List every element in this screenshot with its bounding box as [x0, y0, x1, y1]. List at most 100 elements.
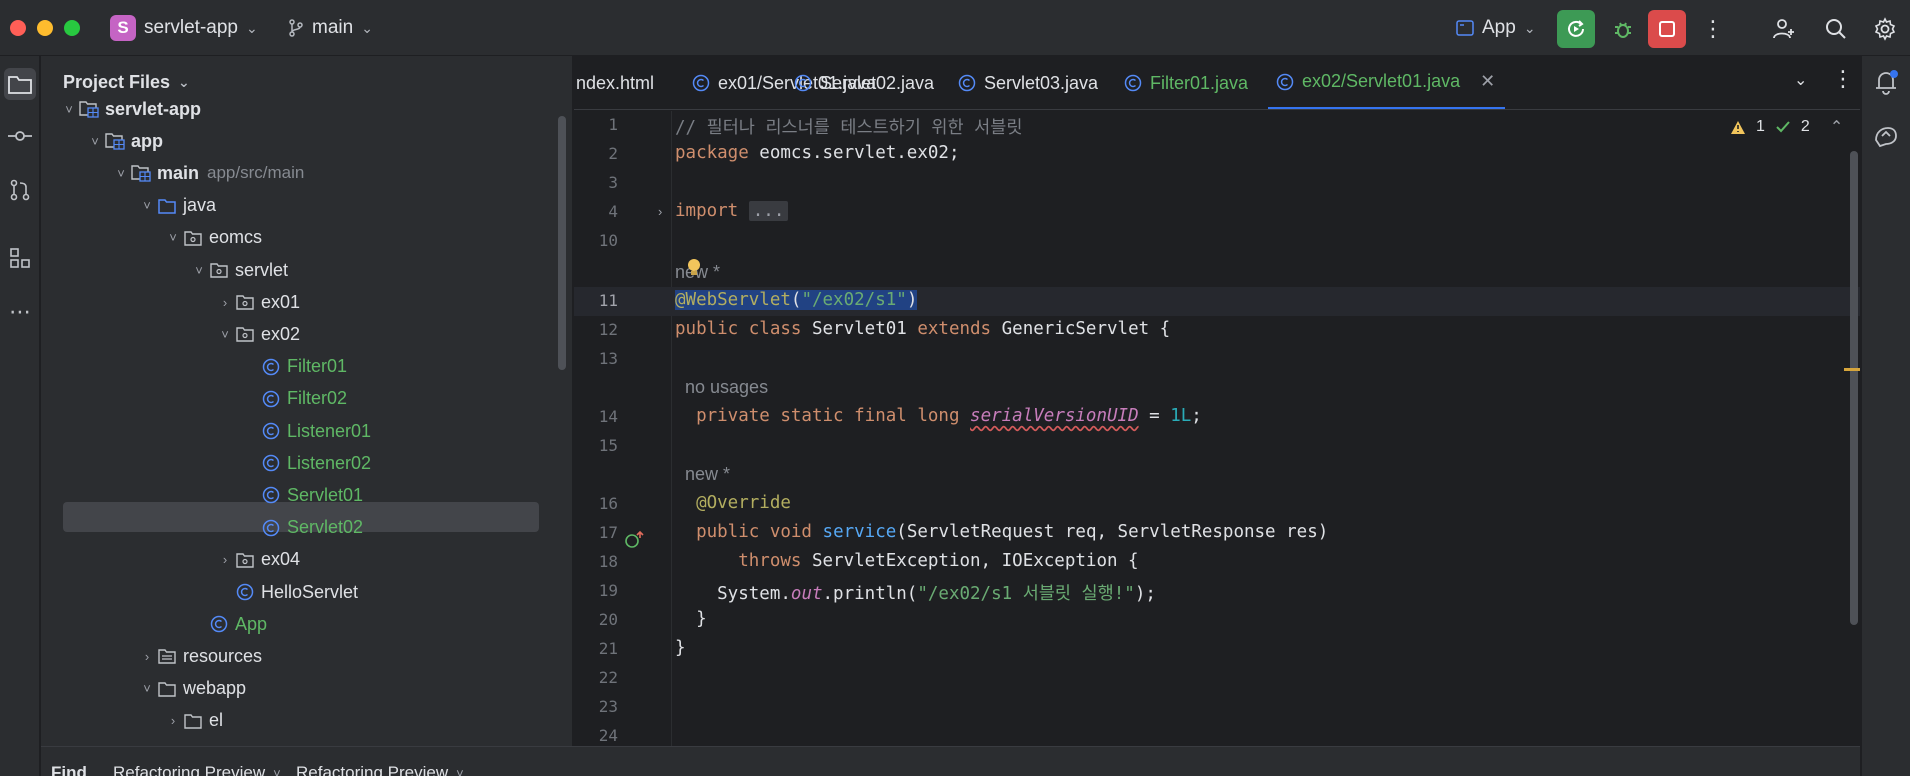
tree-item[interactable]: ˅ eomcs — [163, 223, 262, 253]
chevron-down-icon[interactable]: ˅ — [85, 134, 105, 149]
warning-scroll-marker[interactable] — [1844, 368, 1860, 371]
chevron-down-icon[interactable]: ˅ — [456, 766, 464, 776]
search-everywhere-button[interactable] — [1817, 10, 1855, 48]
chevron-down-icon[interactable]: ˅ — [59, 102, 79, 117]
editor-tab[interactable]: ndex.html — [574, 56, 662, 109]
project-panel-title[interactable]: Project Files ⌄ — [63, 72, 190, 93]
code-line[interactable]: 20 } — [574, 606, 1860, 635]
more-tools-button[interactable]: ⋯ — [4, 296, 36, 328]
code-line[interactable]: 10 — [574, 227, 1860, 256]
zoom-window-button[interactable] — [64, 20, 80, 36]
editor-tab[interactable]: ex02/Servlet01.java ✕ — [1268, 56, 1506, 109]
code-line[interactable]: 23 — [574, 693, 1860, 722]
structure-tool-button[interactable] — [4, 242, 36, 274]
code-line[interactable]: 3 — [574, 169, 1860, 198]
minimize-window-button[interactable] — [37, 20, 53, 36]
chevron-down-icon[interactable]: ˅ — [137, 681, 157, 696]
chevron-down-icon[interactable]: ⌄ — [1794, 70, 1807, 90]
ai-assistant-button[interactable] — [1872, 122, 1900, 155]
run-configuration-selector[interactable]: App ⌄ — [1456, 14, 1536, 42]
commit-tool-button[interactable] — [4, 120, 36, 152]
code-line[interactable]: 1 // 필터나 리스너를 테스트하기 위한 서블릿 — [574, 111, 1860, 140]
tree-item[interactable]: Servlet02 — [241, 513, 363, 543]
chevron-down-icon[interactable]: ˅ — [137, 198, 157, 213]
override-method-icon[interactable] — [624, 530, 646, 550]
chevron-up-icon[interactable]: ⌃ — [1830, 117, 1843, 137]
more-actions-button[interactable]: ⋮ — [1694, 10, 1732, 48]
more-vertical-icon[interactable]: ⋮ — [1832, 66, 1854, 92]
chevron-down-icon[interactable]: ˅ — [111, 166, 131, 181]
project-tree-scrollbar[interactable] — [558, 116, 566, 370]
tree-item[interactable]: ˅ ex02 — [215, 319, 300, 349]
debug-button[interactable] — [1604, 10, 1642, 48]
editor-tab[interactable]: Servlet02.java — [786, 56, 942, 109]
bottom-tab[interactable]: Find — [51, 763, 87, 776]
code-line[interactable]: 2 package eomcs.servlet.ex02; — [574, 140, 1860, 169]
tree-item[interactable]: › resources — [137, 641, 262, 671]
chevron-down-icon[interactable]: ˅ — [189, 263, 209, 278]
branch-selector[interactable]: main ⌄ — [288, 14, 373, 42]
lightbulb-icon[interactable] — [686, 258, 702, 278]
stop-button[interactable] — [1648, 10, 1686, 48]
chevron-right-icon[interactable]: › — [215, 552, 235, 567]
chevron-down-icon[interactable]: ˅ — [163, 230, 183, 245]
editor-scrollbar[interactable] — [1850, 151, 1858, 625]
code-line[interactable]: 11 @WebServlet("/ex02/s1") — [574, 287, 1860, 316]
tree-item[interactable]: Listener01 — [241, 416, 371, 446]
tree-item[interactable]: ˅ java — [137, 191, 216, 221]
code-line[interactable]: 19 System.out.println("/ex02/s1 서블릿 실행!"… — [574, 577, 1860, 606]
bottom-tab[interactable]: Refactoring Preview ˅ — [113, 763, 281, 776]
tree-item[interactable]: Servlet01 — [241, 480, 363, 510]
tree-item[interactable]: App — [189, 609, 267, 639]
tree-item[interactable]: Listener02 — [241, 448, 371, 478]
chevron-right-icon[interactable]: › — [658, 204, 662, 219]
chevron-right-icon[interactable]: › — [137, 649, 157, 664]
pull-requests-tool-button[interactable] — [4, 174, 36, 206]
settings-button[interactable] — [1866, 10, 1904, 48]
editor-tab[interactable]: Filter01.java — [1116, 56, 1256, 109]
project-tool-button[interactable] — [4, 68, 36, 100]
tree-item[interactable]: Filter02 — [241, 384, 347, 414]
chevron-down-icon[interactable]: ˅ — [273, 766, 281, 776]
tree-item[interactable]: › ex01 — [215, 287, 300, 317]
chevron-down-icon[interactable]: ˅ — [215, 327, 235, 342]
project-selector[interactable]: S servlet-app ⌄ — [110, 14, 258, 42]
inlay-hint-row[interactable]: no usages — [574, 374, 1860, 403]
inspection-widget[interactable]: 1 2 ⌃ ⌄ — [1730, 117, 1860, 137]
code-with-me-button[interactable] — [1765, 10, 1803, 48]
notifications-button[interactable] — [1872, 68, 1900, 101]
chevron-right-icon[interactable]: › — [163, 713, 183, 728]
tree-item[interactable]: ˅ app — [85, 126, 163, 156]
tree-item[interactable]: HelloServlet — [215, 577, 358, 607]
close-window-button[interactable] — [10, 20, 26, 36]
rerun-button[interactable] — [1557, 10, 1595, 48]
code-line[interactable]: 22 — [574, 664, 1860, 693]
bottom-tab[interactable]: Refactoring Preview ˅ — [296, 763, 464, 776]
code-line[interactable]: 4 import ... — [574, 198, 1860, 227]
code-line[interactable]: 24 — [574, 722, 1860, 746]
code-line[interactable]: 14 private static final long serialVersi… — [574, 403, 1860, 432]
close-icon[interactable]: ✕ — [1480, 71, 1495, 92]
tree-item[interactable]: › el — [163, 706, 223, 736]
tree-item[interactable]: ˅ servlet — [189, 255, 288, 285]
tree-item[interactable]: ˅ main app/src/main — [111, 158, 304, 188]
code-line[interactable]: 16 @Override — [574, 490, 1860, 519]
code-line[interactable]: 21} — [574, 635, 1860, 664]
code-line[interactable]: 17 public void service(ServletRequest re… — [574, 519, 1860, 548]
chevron-right-icon[interactable]: › — [215, 295, 235, 310]
stop-icon — [1659, 21, 1675, 37]
inlay-hint[interactable]: new * — [675, 464, 730, 484]
inlay-hint[interactable]: no usages — [675, 377, 768, 397]
editor-tab[interactable]: Servlet03.java — [950, 56, 1106, 109]
code-line[interactable]: 18 throws ServletException, IOException … — [574, 548, 1860, 577]
tree-item[interactable]: ˅ servlet-app — [59, 94, 201, 124]
tree-item[interactable]: Filter01 — [241, 352, 347, 382]
code-line[interactable]: 12 public class Servlet01 extends Generic… — [574, 316, 1860, 345]
code-editor[interactable]: 1 // 필터나 리스너를 테스트하기 위한 서블릿 2 package eomcs.… — [574, 111, 1860, 746]
tree-item[interactable]: ˅ webapp — [137, 674, 246, 704]
inlay-hint-row[interactable]: new * — [574, 461, 1860, 490]
code-line[interactable]: 13 — [574, 345, 1860, 374]
tree-item[interactable]: › ex04 — [215, 545, 300, 575]
code-line[interactable]: 15 — [574, 432, 1860, 461]
inlay-hint-row[interactable]: new * — [574, 259, 1860, 288]
